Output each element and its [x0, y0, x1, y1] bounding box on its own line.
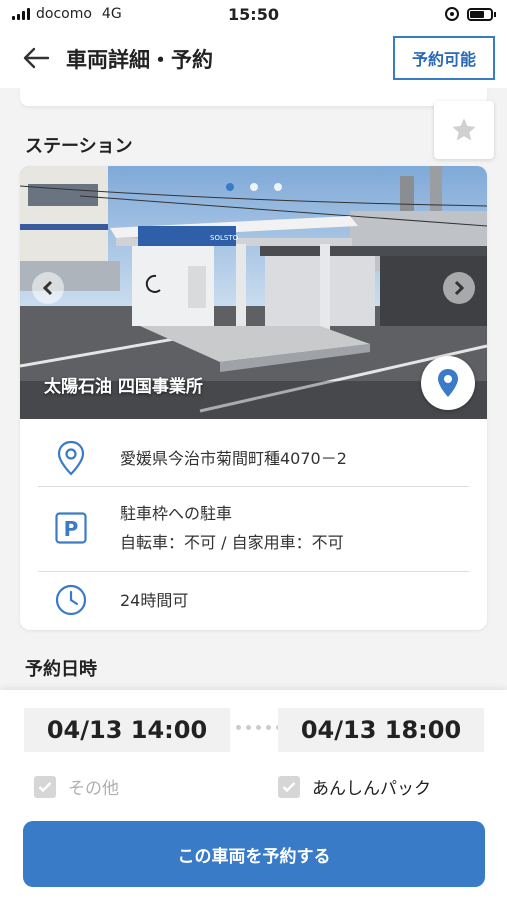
station-name: 太陽石油 四国事業所 [44, 377, 203, 397]
address-row: 愛媛県今治市菊間町種4070－2 [38, 438, 469, 478]
status-right [445, 7, 496, 21]
carousel-dot[interactable] [226, 183, 234, 191]
station-photo[interactable]: SOLSTO 太陽石油 四国事業所 [20, 166, 487, 419]
app-header: 車両詳細・予約 予約可能 [0, 30, 507, 88]
reserve-button[interactable]: この車両を予約する [23, 821, 485, 887]
checkbox-icon[interactable] [278, 775, 300, 798]
location-pin-icon [38, 440, 104, 476]
station-address: 愛媛県今治市菊間町種4070－2 [120, 448, 347, 468]
sign-text: SOLSTO [210, 234, 239, 242]
station-hours: 24時間可 [120, 590, 189, 610]
parking-row: P 駐車枠への駐車 自転車：不可 / 自家用車：不可 [38, 497, 469, 559]
end-datetime[interactable]: 04/13 18:00 [278, 708, 484, 752]
divider [38, 486, 469, 487]
chevron-right-icon [454, 280, 465, 296]
clock: 15:50 [228, 5, 279, 24]
rotation-lock-icon [445, 7, 459, 21]
vehicle-card-bottom [20, 88, 487, 106]
hours-row: 24時間可 [38, 580, 469, 620]
reservation-section-title: 予約日時 [25, 659, 97, 680]
station-section-title: ステーション [25, 136, 133, 157]
carousel-indicator [226, 183, 282, 191]
checkbox-icon[interactable] [34, 775, 56, 798]
back-arrow-icon[interactable] [22, 46, 50, 70]
map-button[interactable] [421, 356, 475, 410]
option-label: あんしんパック [312, 779, 431, 799]
next-photo-button[interactable] [443, 272, 475, 304]
carousel-dot[interactable] [274, 183, 282, 191]
parking-info: 駐車枠への駐車 自転車：不可 / 自家用車：不可 [120, 499, 344, 557]
page-title: 車両詳細・予約 [66, 48, 213, 72]
option-other[interactable]: その他 [34, 774, 119, 799]
favorite-button[interactable] [434, 101, 494, 159]
option-anshin-pack[interactable]: あんしんパック [278, 774, 431, 799]
option-label: その他 [68, 779, 119, 799]
parking-line1: 駐車枠への駐車 [120, 504, 233, 523]
chevron-left-icon [42, 280, 53, 296]
reservation-panel: 04/13 14:00 04/13 18:00 その他 あんしんパック この車両… [0, 690, 507, 900]
parking-line2: 自転車：不可 / 自家用車：不可 [120, 533, 344, 552]
clock-icon [38, 584, 104, 616]
svg-text:P: P [64, 517, 79, 541]
carousel-dot[interactable] [250, 183, 258, 191]
range-connector [236, 725, 281, 730]
parking-icon: P [38, 512, 104, 544]
star-icon [452, 118, 476, 141]
availability-badge: 予約可能 [393, 36, 495, 80]
divider [38, 571, 469, 572]
map-pin-icon [438, 369, 458, 397]
prev-photo-button[interactable] [32, 272, 64, 304]
start-datetime[interactable]: 04/13 14:00 [24, 708, 230, 752]
battery-icon [467, 7, 496, 21]
station-card: SOLSTO 太陽石油 四国事業所 愛媛県今治市菊間町種4070－2 P 駐車枠… [20, 166, 487, 630]
status-bar: docomo 4G 15:50 [0, 0, 507, 30]
